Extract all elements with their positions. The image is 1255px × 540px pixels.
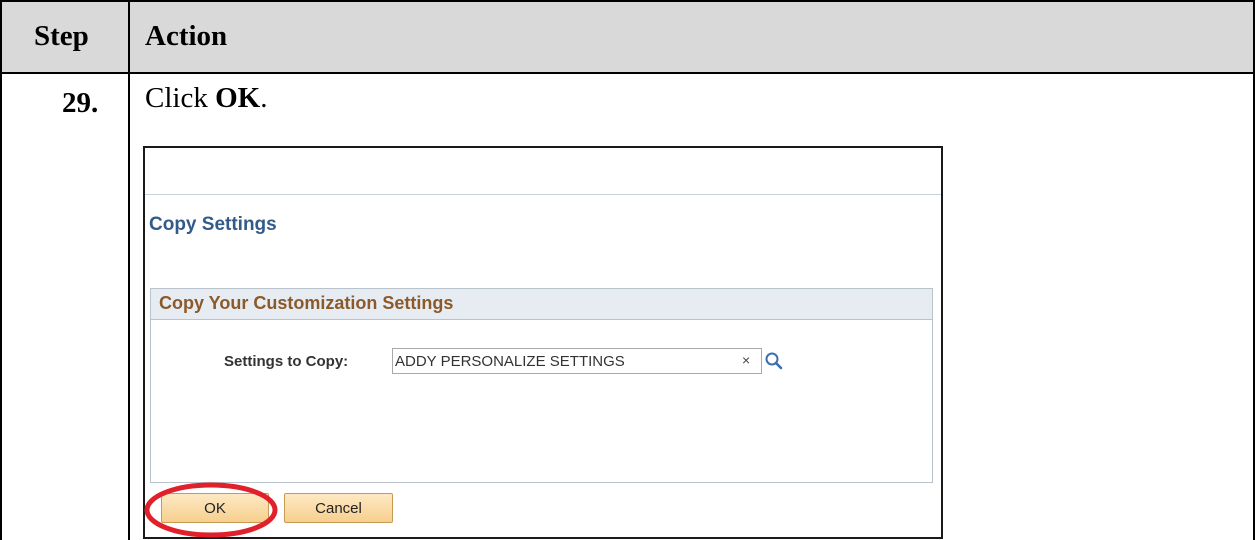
instruction-target: OK (215, 82, 261, 114)
header-action: Action (145, 20, 228, 52)
table-border-top (0, 0, 1255, 2)
instruction-suffix: . (260, 82, 268, 114)
settings-to-copy-input[interactable] (392, 348, 762, 374)
table-header-divider (0, 72, 1255, 74)
step-number: 29. (62, 87, 99, 119)
customization-group-box: Copy Your Customization Settings Setting… (150, 288, 933, 483)
group-title: Copy Your Customization Settings (159, 293, 454, 313)
instruction-prefix: Click (145, 82, 216, 114)
table-border-left (0, 0, 2, 540)
ok-button[interactable]: OK (161, 493, 269, 523)
dialog-title: Copy Settings (149, 214, 277, 235)
magnifier-icon[interactable] (764, 351, 784, 371)
table-column-divider (128, 0, 130, 540)
header-step: Step (34, 20, 89, 52)
dialog-screenshot: Copy Settings Copy Your Customization Se… (143, 146, 943, 539)
group-header: Copy Your Customization Settings (151, 289, 932, 320)
step-instruction: Click OK. (145, 82, 267, 115)
cancel-button[interactable]: Cancel (284, 493, 393, 523)
dialog-top-divider (145, 194, 941, 195)
settings-to-copy-label: Settings to Copy: (224, 353, 349, 370)
clear-x-icon[interactable]: × (742, 352, 750, 368)
